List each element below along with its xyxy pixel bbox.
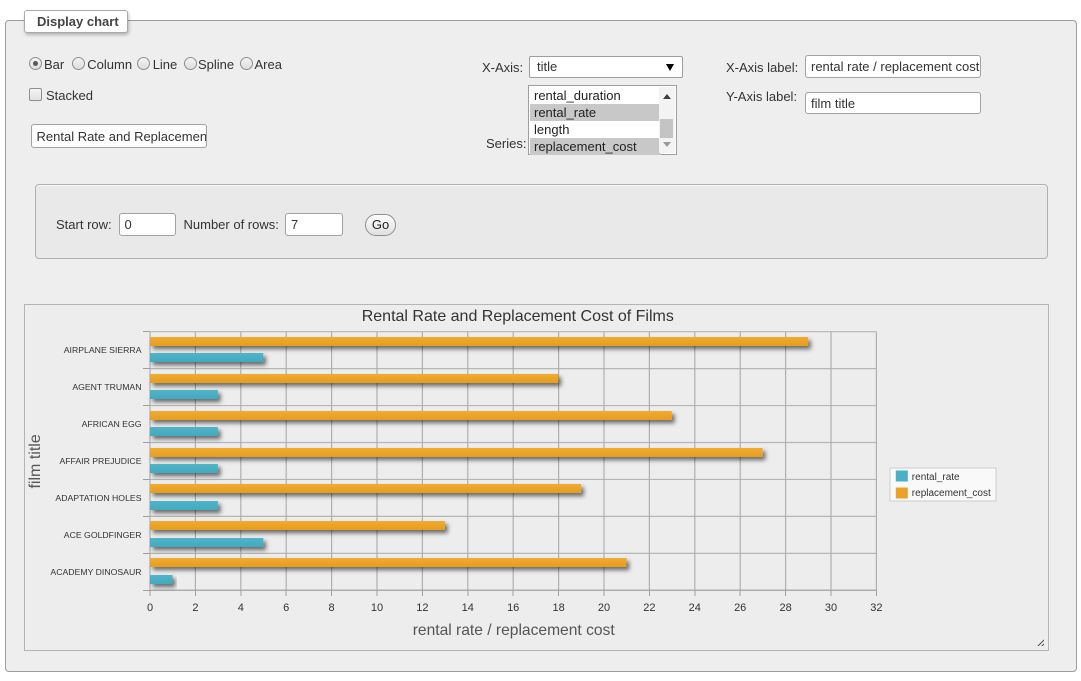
svg-text:32: 32 [870, 602, 882, 614]
svg-text:AFFAIR PREJUDICE: AFFAIR PREJUDICE [59, 456, 141, 466]
svg-text:20: 20 [598, 602, 610, 614]
svg-text:14: 14 [462, 602, 474, 614]
svg-text:ACADEMY DINOSAUR: ACADEMY DINOSAUR [50, 567, 141, 577]
svg-text:22: 22 [643, 602, 655, 614]
svg-text:film title: film title [27, 434, 44, 488]
svg-text:Rental Rate and Replacement Co: Rental Rate and Replacement Cost of Film… [362, 308, 674, 325]
svg-text:10: 10 [371, 602, 383, 614]
svg-text:26: 26 [734, 602, 746, 614]
svg-text:18: 18 [552, 602, 564, 614]
svg-text:4: 4 [238, 602, 244, 614]
svg-text:rental rate / replacement cost: rental rate / replacement cost [413, 622, 616, 639]
svg-text:AFRICAN EGG: AFRICAN EGG [82, 419, 142, 429]
svg-text:ACE GOLDFINGER: ACE GOLDFINGER [64, 530, 142, 540]
svg-text:replacement_cost: replacement_cost [912, 488, 991, 499]
svg-text:8: 8 [329, 602, 335, 614]
svg-text:6: 6 [283, 602, 289, 614]
svg-text:12: 12 [416, 602, 428, 614]
svg-text:rental_rate: rental_rate [912, 472, 960, 483]
svg-text:16: 16 [507, 602, 519, 614]
svg-text:AIRPLANE SIERRA: AIRPLANE SIERRA [64, 345, 142, 355]
svg-text:24: 24 [689, 602, 701, 614]
svg-text:ADAPTATION HOLES: ADAPTATION HOLES [55, 493, 141, 503]
svg-text:28: 28 [779, 602, 791, 614]
svg-text:2: 2 [192, 602, 198, 614]
svg-text:30: 30 [825, 602, 837, 614]
svg-text:0: 0 [147, 602, 153, 614]
svg-text:AGENT TRUMAN: AGENT TRUMAN [72, 382, 141, 392]
